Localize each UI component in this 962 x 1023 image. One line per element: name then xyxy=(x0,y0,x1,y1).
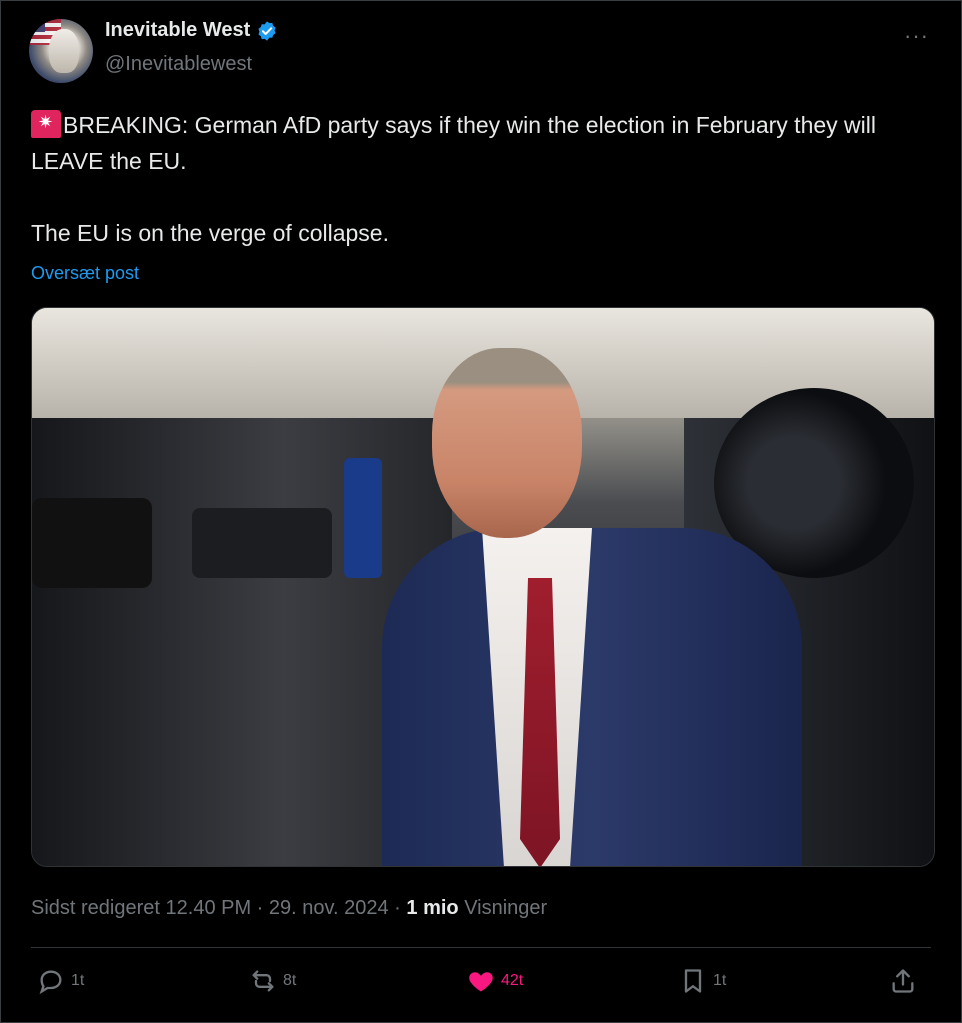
post-container: Inevitable West @Inevitablewest ··· BREA… xyxy=(0,0,962,1023)
author-name-row[interactable]: Inevitable West xyxy=(105,19,278,42)
share-button[interactable] xyxy=(889,967,917,995)
verified-badge-icon xyxy=(258,20,276,41)
heart-filled-icon xyxy=(469,972,493,992)
avatar[interactable] xyxy=(29,19,93,83)
share-icon xyxy=(892,969,914,993)
author-handle[interactable]: @Inevitablewest xyxy=(105,53,252,76)
reply-button[interactable]: 1t xyxy=(37,967,84,995)
action-bar: 1t 8t 42t 1t xyxy=(31,967,931,1007)
edited-timestamp[interactable]: Sidst redigeret 12.40 PM · 29. nov. 2024… xyxy=(31,897,406,919)
image-microphone xyxy=(344,458,382,578)
reply-count: 1t xyxy=(71,972,85,989)
post-image[interactable] xyxy=(31,307,935,867)
image-man-head xyxy=(432,348,582,538)
statue-bust-image xyxy=(49,29,79,73)
translate-post-link[interactable]: Oversæt post xyxy=(31,263,139,284)
views-count: 1 mio xyxy=(406,897,459,919)
image-man-suit xyxy=(382,528,802,866)
repost-count: 8t xyxy=(283,972,297,989)
repost-button[interactable]: 8t xyxy=(249,967,296,995)
siren-emoji-icon xyxy=(31,110,61,138)
post-text-line-2: The EU is on the verge of collapse. xyxy=(31,220,389,246)
author-display-name[interactable]: Inevitable West xyxy=(105,19,250,42)
post-text-line-1: BREAKING: German AfD party says if they … xyxy=(31,112,876,174)
bookmark-icon xyxy=(684,969,702,993)
image-video-camera xyxy=(192,508,332,578)
bookmark-button[interactable]: 1t xyxy=(679,967,726,995)
views-label: Visninger xyxy=(458,897,548,919)
more-options-icon[interactable]: ··· xyxy=(904,23,929,49)
post-metadata: Sidst redigeret 12.40 PM · 29. nov. 2024… xyxy=(31,897,547,920)
post-text: BREAKING: German AfD party says if they … xyxy=(31,107,941,251)
bookmark-count: 1t xyxy=(713,972,727,989)
like-count: 42t xyxy=(501,972,524,989)
reply-icon xyxy=(39,970,62,995)
image-camera xyxy=(32,498,152,588)
repost-icon xyxy=(252,970,274,992)
like-button[interactable]: 42t xyxy=(467,967,523,995)
divider xyxy=(31,947,931,948)
